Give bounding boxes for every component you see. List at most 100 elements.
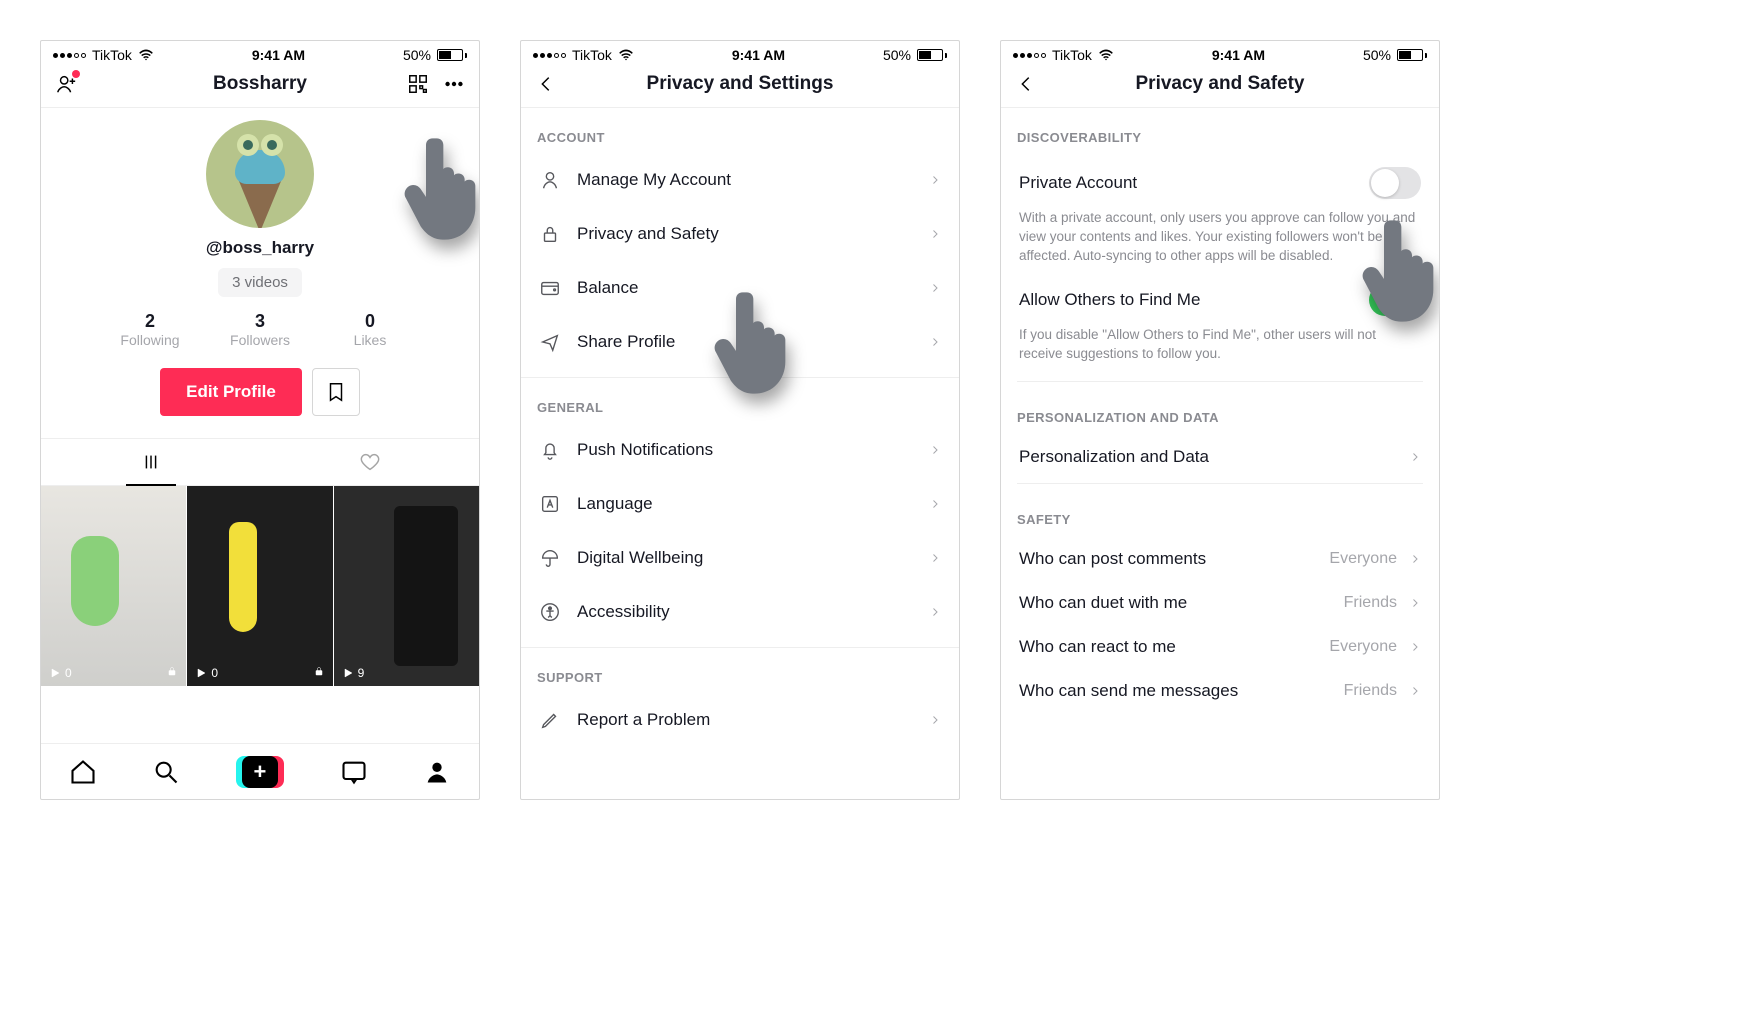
row-label: Allow Others to Find Me [1019,290,1200,310]
play-count: 0 [211,666,218,680]
carrier-label: TikTok [92,47,132,63]
row-label: Share Profile [577,332,675,352]
settings-screen: TikTok 9:41 AM 50% Privacy and Settings … [520,40,960,800]
row-allow-find: Allow Others to Find Me [1001,278,1439,326]
tab-liked[interactable] [260,439,479,485]
video-count-chip[interactable]: 3 videos [218,268,302,297]
toggle-private-account[interactable] [1369,167,1421,199]
row-label: Who can duet with me [1019,593,1187,613]
row-balance[interactable]: Balance [521,261,959,315]
row-label: Manage My Account [577,170,731,190]
page-title: Privacy and Settings [595,73,885,95]
add-friend-icon[interactable] [55,73,77,95]
accessibility-icon [539,601,561,623]
bookmarks-button[interactable] [312,368,360,416]
status-bar: TikTok 9:41 AM 50% [41,41,479,67]
chevron-right-icon [929,603,941,621]
row-share-profile[interactable]: Share Profile [521,315,959,369]
video-thumb[interactable]: 0 [41,486,187,686]
row-value: Everyone [1329,550,1397,568]
stat-following[interactable]: 2 Following [95,311,205,348]
section-header-discoverability: DISCOVERABILITY [1001,108,1439,153]
row-label: Balance [577,278,638,298]
chevron-right-icon [929,171,941,189]
stat-label: Likes [315,332,425,348]
back-button[interactable] [1015,73,1037,95]
stat-followers[interactable]: 3 Followers [205,311,315,348]
row-label: Language [577,494,653,514]
toggle-allow-find[interactable] [1369,284,1421,316]
battery-icon [1397,49,1427,61]
section-header-support: SUPPORT [521,648,959,693]
row-private-account: Private Account [1001,153,1439,209]
row-label: Push Notifications [577,440,713,460]
back-button[interactable] [535,73,557,95]
section-header-personalization: PERSONALIZATION AND DATA [1001,388,1439,433]
qr-icon[interactable] [407,73,429,95]
row-value: Friends [1344,594,1397,612]
tab-inbox[interactable] [340,758,368,786]
private-account-desc: With a private account, only users you a… [1001,209,1439,278]
chevron-right-icon [929,495,941,513]
privacy-safety-screen: TikTok 9:41 AM 50% Privacy and Safety DI… [1000,40,1440,800]
grid-icon [140,451,162,473]
stat-likes[interactable]: 0 Likes [315,311,425,348]
signal-dots-icon [533,53,566,58]
row-who-react[interactable]: Who can react to me Everyone [1001,623,1439,667]
page-title: Privacy and Safety [1075,73,1365,95]
row-label: Who can send me messages [1019,681,1238,701]
clock-label: 9:41 AM [252,47,305,63]
row-who-message[interactable]: Who can send me messages Friends [1001,667,1439,711]
wifi-icon [1098,48,1114,64]
row-accessibility[interactable]: Accessibility [521,585,959,639]
battery-icon [437,49,467,61]
row-manage-account[interactable]: Manage My Account [521,153,959,207]
profile-navbar: Bossharry [41,67,479,108]
wifi-icon [138,48,154,64]
lock-icon [166,665,178,680]
more-icon[interactable] [443,73,465,95]
play-count: 0 [65,666,72,680]
chevron-right-icon [1409,448,1421,466]
row-personalization[interactable]: Personalization and Data [1001,433,1439,477]
tab-profile[interactable] [423,758,451,786]
video-thumb[interactable]: 0 [187,486,333,686]
tab-home[interactable] [69,758,97,786]
avatar[interactable] [206,120,314,228]
status-bar: TikTok 9:41 AM 50% [521,41,959,67]
row-digital-wellbeing[interactable]: Digital Wellbeing [521,531,959,585]
person-icon [539,169,561,191]
stat-num: 2 [95,311,205,332]
chevron-right-icon [1409,638,1421,656]
carrier-label: TikTok [572,47,612,63]
row-label: Who can post comments [1019,549,1206,569]
row-label: Digital Wellbeing [577,548,703,568]
row-who-duet[interactable]: Who can duet with me Friends [1001,579,1439,623]
row-push-notifications[interactable]: Push Notifications [521,423,959,477]
tab-create[interactable]: + [236,756,284,788]
chevron-right-icon [929,279,941,297]
section-header-general: GENERAL [521,378,959,423]
row-who-comments[interactable]: Who can post comments Everyone [1001,535,1439,579]
language-icon [539,493,561,515]
chevron-right-icon [1409,550,1421,568]
video-thumb[interactable]: 9 [334,486,479,686]
edit-profile-button[interactable]: Edit Profile [160,368,302,416]
row-language[interactable]: Language [521,477,959,531]
row-privacy-safety[interactable]: Privacy and Safety [521,207,959,261]
battery-label: 50% [1363,47,1391,63]
notification-dot-icon [72,70,80,78]
row-label: Personalization and Data [1019,447,1209,467]
stat-num: 3 [205,311,315,332]
lock-icon [313,665,325,680]
chevron-right-icon [929,225,941,243]
tab-search[interactable] [152,758,180,786]
heart-lock-icon [359,451,381,473]
chevron-right-icon [929,441,941,459]
lock-icon [539,223,561,245]
row-report-problem[interactable]: Report a Problem [521,693,959,747]
tab-videos[interactable] [41,439,260,485]
username-label: @boss_harry [206,238,314,258]
wifi-icon [618,48,634,64]
umbrella-icon [539,547,561,569]
